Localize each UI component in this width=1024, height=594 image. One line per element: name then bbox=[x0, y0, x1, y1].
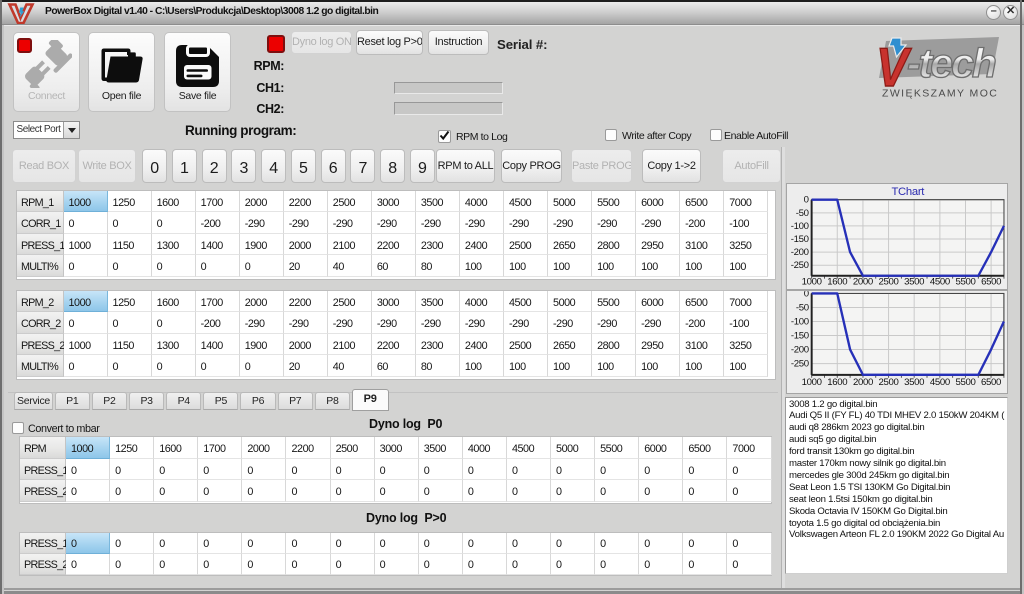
svg-text:3500: 3500 bbox=[904, 377, 924, 388]
svg-text:-100: -100 bbox=[791, 316, 809, 327]
svg-text:5500: 5500 bbox=[955, 277, 975, 288]
svg-text:-150: -150 bbox=[791, 234, 809, 245]
svg-text:-200: -200 bbox=[791, 247, 809, 258]
svg-text:-50: -50 bbox=[796, 208, 809, 219]
svg-text:3500: 3500 bbox=[904, 277, 924, 288]
svg-text:-200: -200 bbox=[791, 344, 809, 355]
svg-text:0: 0 bbox=[804, 195, 809, 206]
svg-text:-250: -250 bbox=[791, 260, 809, 271]
svg-text:0: 0 bbox=[804, 290, 809, 299]
svg-text:1600: 1600 bbox=[827, 377, 847, 388]
svg-text:2500: 2500 bbox=[879, 377, 899, 388]
svg-text:-100: -100 bbox=[791, 221, 809, 232]
svg-text:5500: 5500 bbox=[955, 377, 975, 388]
svg-text:1600: 1600 bbox=[827, 277, 847, 288]
svg-text:6500: 6500 bbox=[981, 277, 1001, 288]
svg-text:4500: 4500 bbox=[930, 377, 950, 388]
svg-text:-250: -250 bbox=[791, 359, 809, 370]
svg-text:-tech: -tech bbox=[907, 40, 996, 86]
svg-text:2000: 2000 bbox=[853, 377, 873, 388]
svg-text:4500: 4500 bbox=[930, 277, 950, 288]
svg-text:2000: 2000 bbox=[853, 277, 873, 288]
svg-text:1000: 1000 bbox=[802, 277, 822, 288]
svg-text:6500: 6500 bbox=[981, 377, 1001, 388]
svg-text:TChart: TChart bbox=[891, 186, 925, 198]
svg-text:1000: 1000 bbox=[802, 377, 822, 388]
svg-text:-150: -150 bbox=[791, 330, 809, 341]
svg-text:ZWIĘKSZAMY MOC: ZWIĘKSZAMY MOC bbox=[882, 88, 998, 100]
svg-text:-50: -50 bbox=[796, 302, 809, 313]
svg-text:2500: 2500 bbox=[879, 277, 899, 288]
